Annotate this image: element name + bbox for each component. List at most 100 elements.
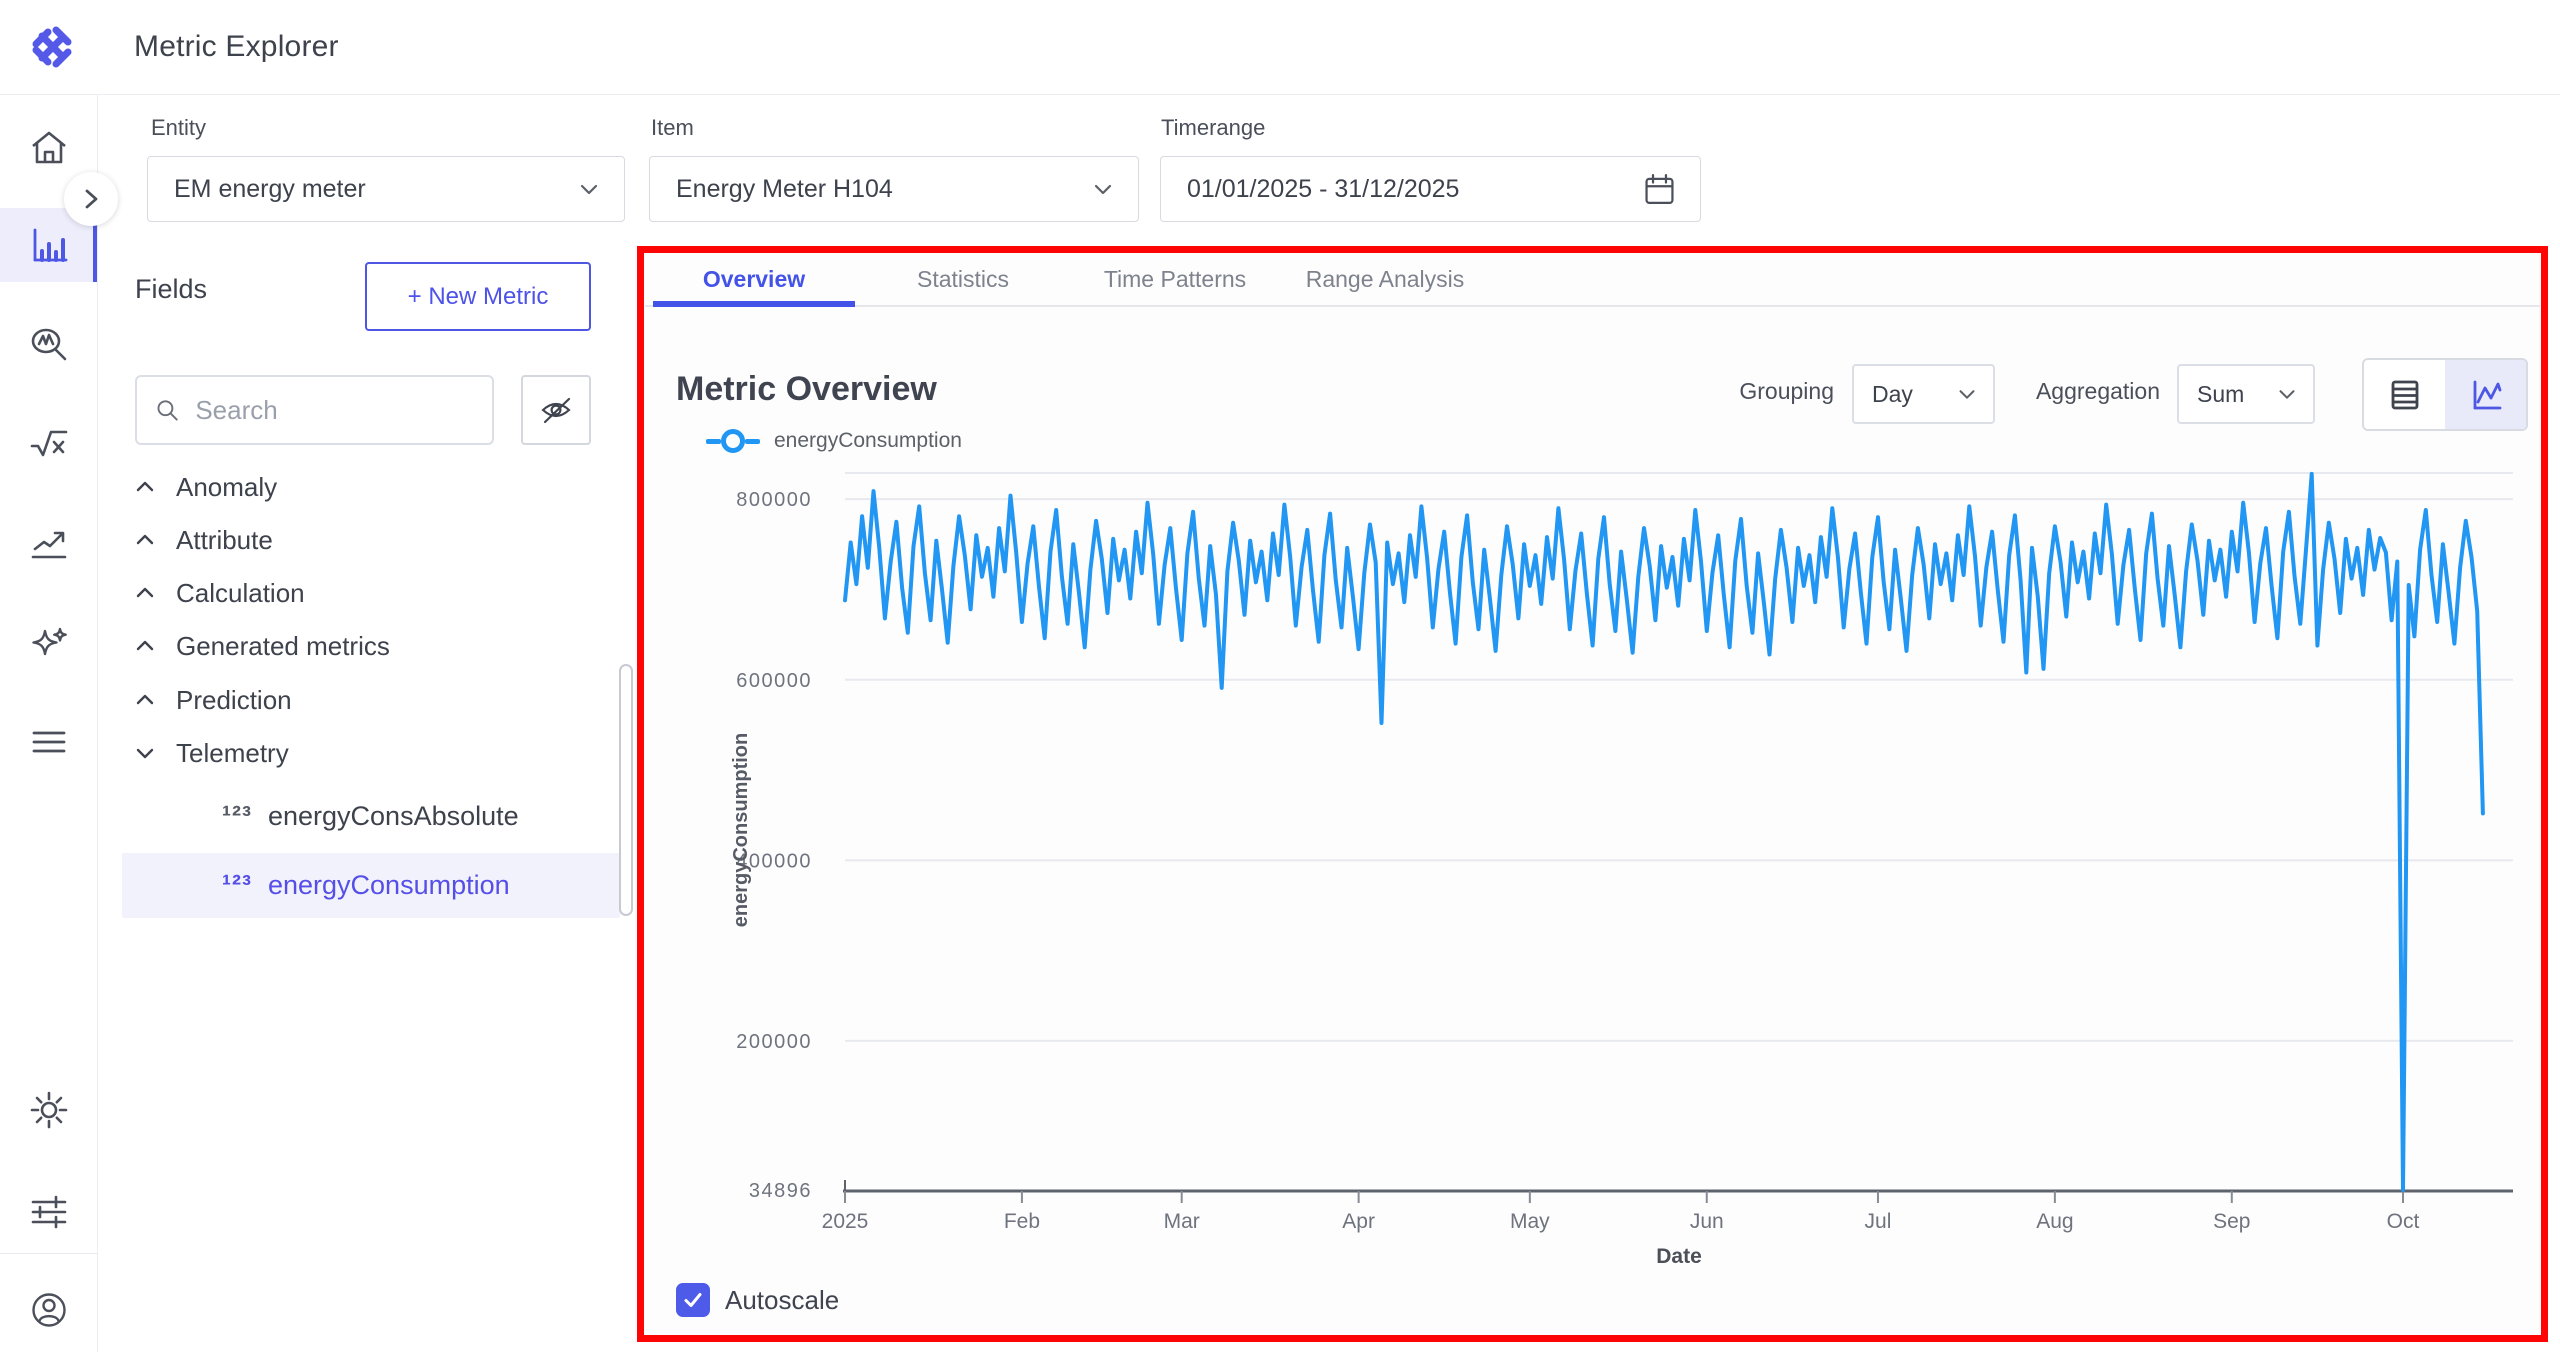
- tree-item-label: energyConsumption: [268, 870, 510, 901]
- view-toggle-group: [2362, 358, 2528, 431]
- aggregation-label: Aggregation: [2020, 378, 2160, 405]
- legend-point-marker: [721, 429, 745, 453]
- chevron-down-icon: [2275, 382, 2299, 406]
- numeric-field-icon: ¹²³: [222, 801, 252, 832]
- chevron-right-icon: [78, 186, 104, 212]
- entity-select[interactable]: EM energy meter: [147, 156, 625, 222]
- new-metric-button[interactable]: + New Metric: [365, 262, 591, 331]
- tree-item-label: energyConsAbsolute: [268, 801, 519, 832]
- item-select[interactable]: Energy Meter H104: [649, 156, 1139, 222]
- tree-group-anomaly[interactable]: Anomaly: [120, 463, 580, 511]
- grouping-select[interactable]: Day: [1852, 364, 1995, 424]
- tree-group-label: Anomaly: [176, 472, 277, 503]
- sidebar-item-menu[interactable]: [0, 711, 97, 773]
- tree-group-generated-metrics[interactable]: Generated metrics: [120, 622, 580, 670]
- chevron-down-icon: [576, 176, 602, 202]
- fields-scrollbar[interactable]: [619, 664, 633, 916]
- item-label: Item: [651, 115, 694, 141]
- tree-group-prediction[interactable]: Prediction: [120, 676, 580, 724]
- tree-group-attribute[interactable]: Attribute: [120, 516, 580, 564]
- sidebar-item-preferences[interactable]: [0, 1181, 97, 1243]
- chevron-down-icon: [1090, 176, 1116, 202]
- square-root-icon: [26, 421, 72, 467]
- hide-fields-button[interactable]: [521, 375, 591, 445]
- legend-line-marker: [706, 439, 721, 444]
- chart-plot-area[interactable]: [845, 473, 2513, 1190]
- home-icon: [26, 125, 72, 171]
- sidebar: [0, 94, 98, 1352]
- trend-line-icon: [26, 520, 72, 566]
- search-icon: [155, 396, 179, 424]
- tab-range-analysis[interactable]: Range Analysis: [1290, 256, 1480, 302]
- sidebar-item-trends[interactable]: [0, 512, 97, 574]
- sidebar-item-profile[interactable]: [0, 1279, 97, 1341]
- metric-explorer-page: Metric Explorer: [0, 0, 2560, 1352]
- autoscale-label: Autoscale: [725, 1285, 839, 1316]
- legend-line-marker: [745, 439, 760, 444]
- fields-search-input[interactable]: [193, 394, 478, 427]
- grouping-label: Grouping: [1700, 378, 1834, 405]
- chevron-up-icon: [132, 527, 158, 553]
- sidebar-item-anomaly-search[interactable]: [0, 314, 97, 376]
- tabbar-border: [645, 305, 2540, 307]
- autoscale-checkbox[interactable]: [676, 1283, 710, 1317]
- item-value: Energy Meter H104: [676, 175, 1090, 204]
- tree-group-label: Prediction: [176, 685, 292, 716]
- sidebar-divider: [0, 1253, 97, 1254]
- metric-overview-title: Metric Overview: [676, 370, 937, 409]
- legend-label: energyConsumption: [774, 429, 962, 453]
- chevron-up-icon: [132, 633, 158, 659]
- chevron-down-icon: [1955, 382, 1979, 406]
- check-icon: [682, 1289, 704, 1311]
- sidebar-item-formula[interactable]: [0, 413, 97, 475]
- fields-panel-title: Fields: [135, 274, 207, 305]
- sidebar-collapse-button[interactable]: [64, 172, 118, 226]
- aggregation-value: Sum: [2197, 381, 2275, 408]
- numeric-field-icon: ¹²³: [222, 870, 252, 901]
- chevron-up-icon: [132, 580, 158, 606]
- tree-item-energyConsAbsolute[interactable]: ¹²³ energyConsAbsolute: [122, 788, 620, 844]
- grouping-value: Day: [1872, 381, 1955, 408]
- chart-legend[interactable]: energyConsumption: [706, 427, 962, 455]
- calendar-icon[interactable]: [1641, 169, 1678, 209]
- tree-group-label: Generated metrics: [176, 631, 390, 662]
- page-title: Metric Explorer: [134, 0, 339, 94]
- tree-group-telemetry[interactable]: Telemetry: [120, 729, 580, 777]
- tree-group-label: Attribute: [176, 525, 273, 556]
- chart-view-button[interactable]: [2445, 360, 2526, 429]
- tree-group-label: Telemetry: [176, 738, 289, 769]
- sliders-icon: [26, 1189, 72, 1235]
- anomaly-search-icon: [26, 322, 72, 368]
- timerange-input[interactable]: [1187, 175, 1641, 204]
- eye-off-icon: [538, 392, 574, 428]
- tree-item-energyConsumption[interactable]: ¹²³ energyConsumption: [122, 853, 620, 918]
- aggregation-select[interactable]: Sum: [2177, 364, 2315, 424]
- active-tab-indicator: [653, 301, 855, 307]
- tab-time-patterns[interactable]: Time Patterns: [1080, 256, 1270, 302]
- app-logo[interactable]: [27, 23, 75, 71]
- tab-statistics[interactable]: Statistics: [880, 256, 1046, 302]
- table-view-icon: [2385, 375, 2425, 415]
- sidebar-item-home[interactable]: [0, 117, 97, 179]
- sparkles-icon: [26, 621, 72, 667]
- sidebar-item-settings[interactable]: [0, 1079, 97, 1141]
- entity-value: EM energy meter: [174, 175, 576, 204]
- autoscale-control[interactable]: Autoscale: [676, 1283, 839, 1317]
- app-header: Metric Explorer: [0, 0, 2560, 95]
- chevron-down-icon: [132, 740, 158, 766]
- gear-icon: [26, 1087, 72, 1133]
- table-view-button[interactable]: [2364, 360, 2445, 429]
- entity-label: Entity: [151, 115, 206, 141]
- timerange-input-box[interactable]: [1160, 156, 1701, 222]
- timerange-label: Timerange: [1161, 115, 1265, 141]
- fields-search-box: [135, 375, 494, 445]
- menu-icon: [26, 719, 72, 765]
- tab-overview[interactable]: Overview: [653, 256, 855, 302]
- sidebar-item-ai-insights[interactable]: [0, 613, 97, 675]
- tree-group-calculation[interactable]: Calculation: [120, 569, 580, 617]
- bar-chart-icon: [26, 222, 72, 268]
- chevron-up-icon: [132, 474, 158, 500]
- chevron-up-icon: [132, 687, 158, 713]
- profile-icon: [26, 1287, 72, 1333]
- tree-group-label: Calculation: [176, 578, 305, 609]
